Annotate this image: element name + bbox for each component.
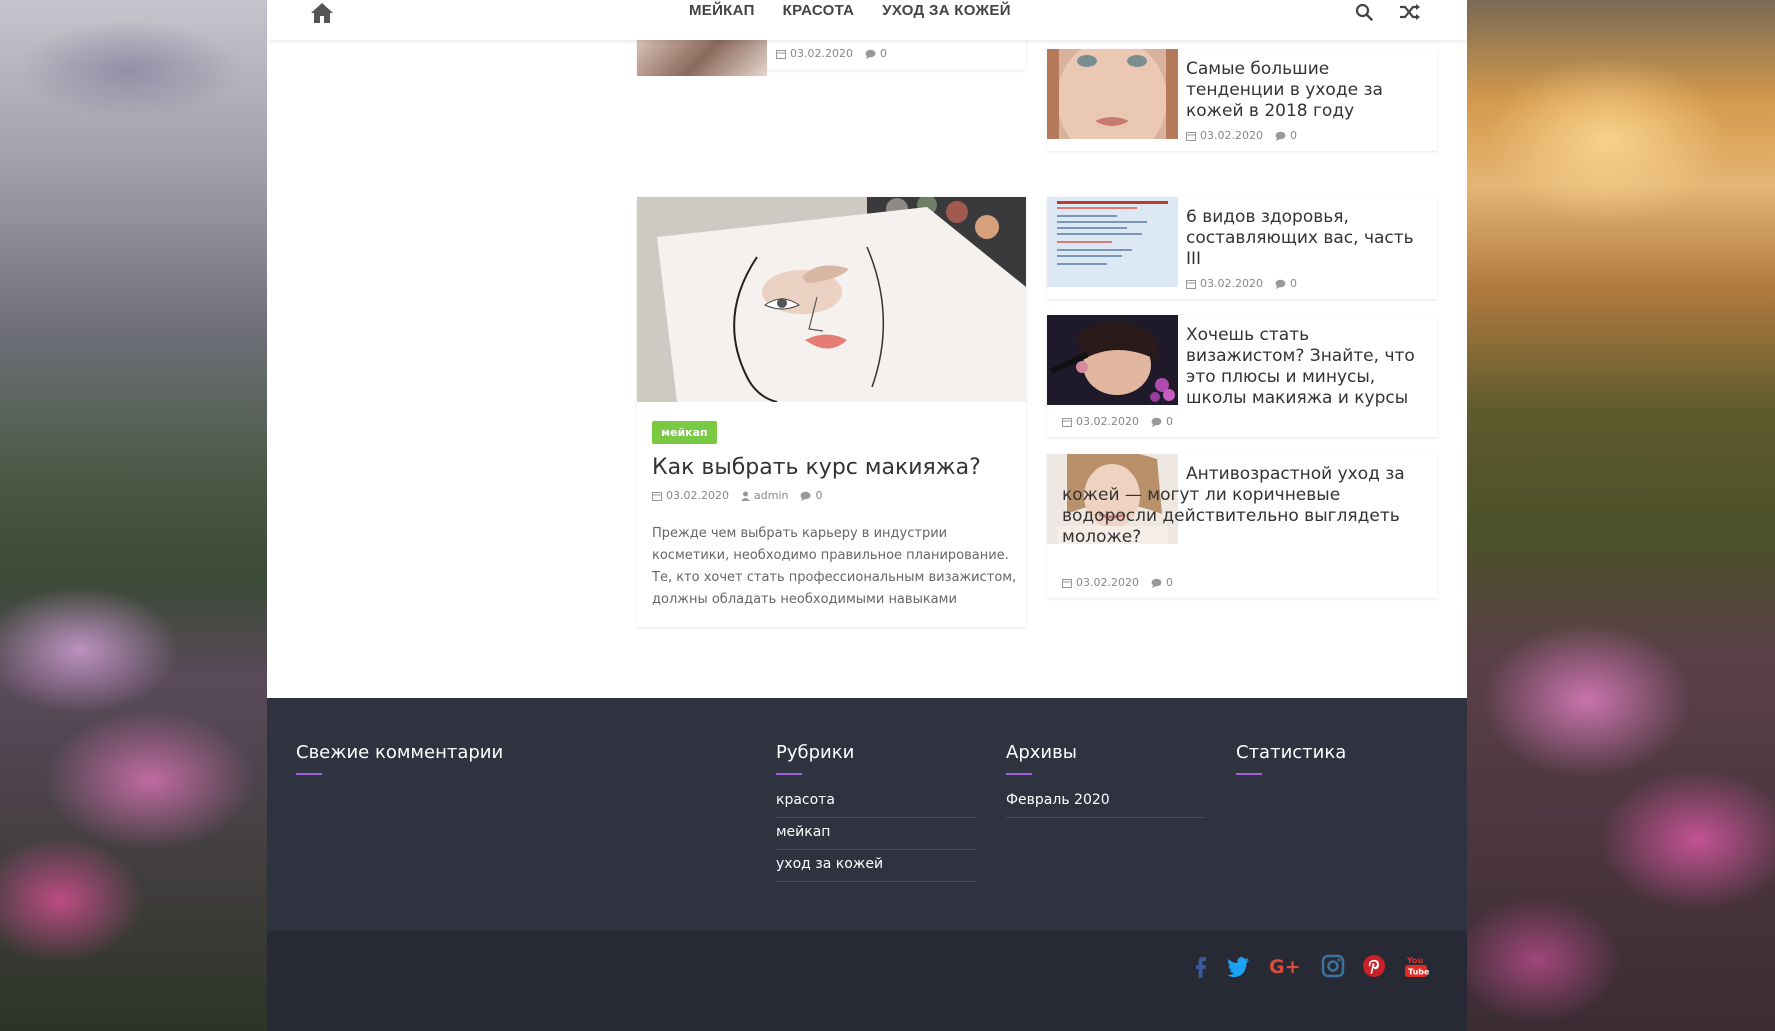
category-tag[interactable]: мейкап xyxy=(652,421,717,444)
sidebar-post-title[interactable]: Самые большие тенденции в уходе за кожей… xyxy=(1186,59,1426,122)
sidebar-post: Самые большие тенденции в уходе за кожей… xyxy=(1047,49,1437,151)
top-navigation: МЕЙКАП КРАСОТА УХОД ЗА КОЖЕЙ xyxy=(267,0,1467,40)
category-link[interactable]: уход за кожей xyxy=(776,850,976,882)
post-date[interactable]: 03.02.2020 xyxy=(1200,129,1263,142)
sidebar-post-meta: 03.02.2020 0 xyxy=(1062,576,1173,589)
nav-item-beauty[interactable]: КРАСОТА xyxy=(783,2,855,19)
featured-post: мейкап Как выбрать курс макияжа? 03.02.2… xyxy=(637,197,1026,627)
sidebar-post: Антивозрастной уход за кожей — могут ли … xyxy=(1047,454,1437,598)
background-left-landscape xyxy=(0,0,267,1031)
post-meta: 03.02.2020 0 xyxy=(776,47,887,60)
post-comments[interactable]: 0 xyxy=(1166,415,1173,428)
comment-icon xyxy=(1275,131,1286,141)
post-thumbnail[interactable] xyxy=(1047,315,1178,405)
post-date[interactable]: 03.02.2020 xyxy=(1076,415,1139,428)
google-plus-icon[interactable]: G+ xyxy=(1269,953,1303,979)
post-comments[interactable]: 0 xyxy=(880,47,887,60)
post-comments[interactable]: 0 xyxy=(1290,129,1297,142)
widget-title-archives: Архивы xyxy=(1006,742,1077,775)
category-link[interactable]: красота xyxy=(776,786,976,818)
sidebar-post: Хочешь стать визажистом? Знайте, что это… xyxy=(1047,315,1437,437)
comment-icon xyxy=(800,491,811,501)
footer-widgets: Свежие комментарии Рубрики красота мейка… xyxy=(267,698,1467,931)
widget-title-statistics: Статистика xyxy=(1236,742,1347,775)
archives-list: Февраль 2020 xyxy=(1006,786,1206,818)
sidebar-post-meta: 03.02.2020 0 xyxy=(1186,277,1297,290)
background-right-landscape xyxy=(1467,0,1775,1031)
post-date[interactable]: 03.02.2020 xyxy=(1076,576,1139,589)
archive-link[interactable]: Февраль 2020 xyxy=(1006,786,1206,818)
post-date[interactable]: 03.02.2020 xyxy=(1200,277,1263,290)
facebook-icon[interactable] xyxy=(1188,953,1214,979)
post-comments[interactable]: 0 xyxy=(1166,576,1173,589)
youtube-icon[interactable]: You Tube xyxy=(1403,953,1429,979)
comment-icon xyxy=(1275,279,1286,289)
footer-bottom-bar: G+ You Tube xyxy=(267,931,1467,1031)
sidebar-post-meta: 03.02.2020 0 xyxy=(1186,129,1297,142)
search-icon[interactable] xyxy=(1355,3,1373,21)
page-container: МЕЙКАП КРАСОТА УХОД ЗА КОЖЕЙ 03.02.2020 … xyxy=(267,0,1467,1031)
post-date[interactable]: 03.02.2020 xyxy=(790,47,853,60)
calendar-icon xyxy=(1186,279,1196,289)
post-thumbnail[interactable] xyxy=(637,40,767,76)
sidebar-post-title[interactable]: Хочешь стать визажистом? Знайте, что это… xyxy=(1186,325,1426,409)
sidebar-post-title[interactable]: 6 видов здоровья, составляющих вас, част… xyxy=(1186,207,1426,270)
post-thumbnail[interactable] xyxy=(1047,49,1178,139)
post-thumbnail[interactable] xyxy=(1047,197,1178,287)
featured-image[interactable] xyxy=(637,197,1026,402)
calendar-icon xyxy=(652,491,662,501)
svg-text:Tube: Tube xyxy=(1408,968,1429,977)
twitter-icon[interactable] xyxy=(1225,953,1251,979)
categories-list: красота мейкап уход за кожей xyxy=(776,786,976,882)
post-author[interactable]: admin xyxy=(754,489,788,502)
category-link[interactable]: мейкап xyxy=(776,818,976,850)
nav-item-makeup[interactable]: МЕЙКАП xyxy=(689,2,755,19)
sidebar-post-title[interactable]: Антивозрастной уход за кожей — могут ли … xyxy=(1062,464,1426,548)
sidebar-post: 6 видов здоровья, составляющих вас, част… xyxy=(1047,197,1437,299)
widget-title-categories: Рубрики xyxy=(776,742,855,775)
featured-post-excerpt: Прежде чем выбрать карьеру в индустрии к… xyxy=(652,526,1017,607)
pinterest-icon[interactable] xyxy=(1361,953,1387,979)
user-icon xyxy=(740,491,750,501)
sidebar-post-meta: 03.02.2020 0 xyxy=(1062,415,1173,428)
svg-text:G+: G+ xyxy=(1269,956,1301,978)
featured-post-title[interactable]: Как выбрать курс макияжа? xyxy=(652,455,981,480)
shuffle-icon[interactable] xyxy=(1399,3,1421,21)
calendar-icon xyxy=(1062,578,1072,588)
featured-post-meta: 03.02.2020 admin 0 xyxy=(652,489,822,502)
calendar-icon xyxy=(1186,131,1196,141)
comment-icon xyxy=(1151,417,1162,427)
post-comments[interactable]: 0 xyxy=(815,489,822,502)
nav-item-skincare[interactable]: УХОД ЗА КОЖЕЙ xyxy=(882,2,1011,19)
svg-text:You: You xyxy=(1406,956,1424,965)
widget-title-recent-comments: Свежие комментарии xyxy=(296,742,504,775)
calendar-icon xyxy=(1062,417,1072,427)
home-icon[interactable] xyxy=(310,2,334,24)
comment-icon xyxy=(865,49,876,59)
calendar-icon xyxy=(776,49,786,59)
instagram-icon[interactable] xyxy=(1320,953,1346,979)
main-menu: МЕЙКАП КРАСОТА УХОД ЗА КОЖЕЙ xyxy=(689,2,1011,19)
post-comments[interactable]: 0 xyxy=(1290,277,1297,290)
comment-icon xyxy=(1151,578,1162,588)
post-date[interactable]: 03.02.2020 xyxy=(666,489,729,502)
